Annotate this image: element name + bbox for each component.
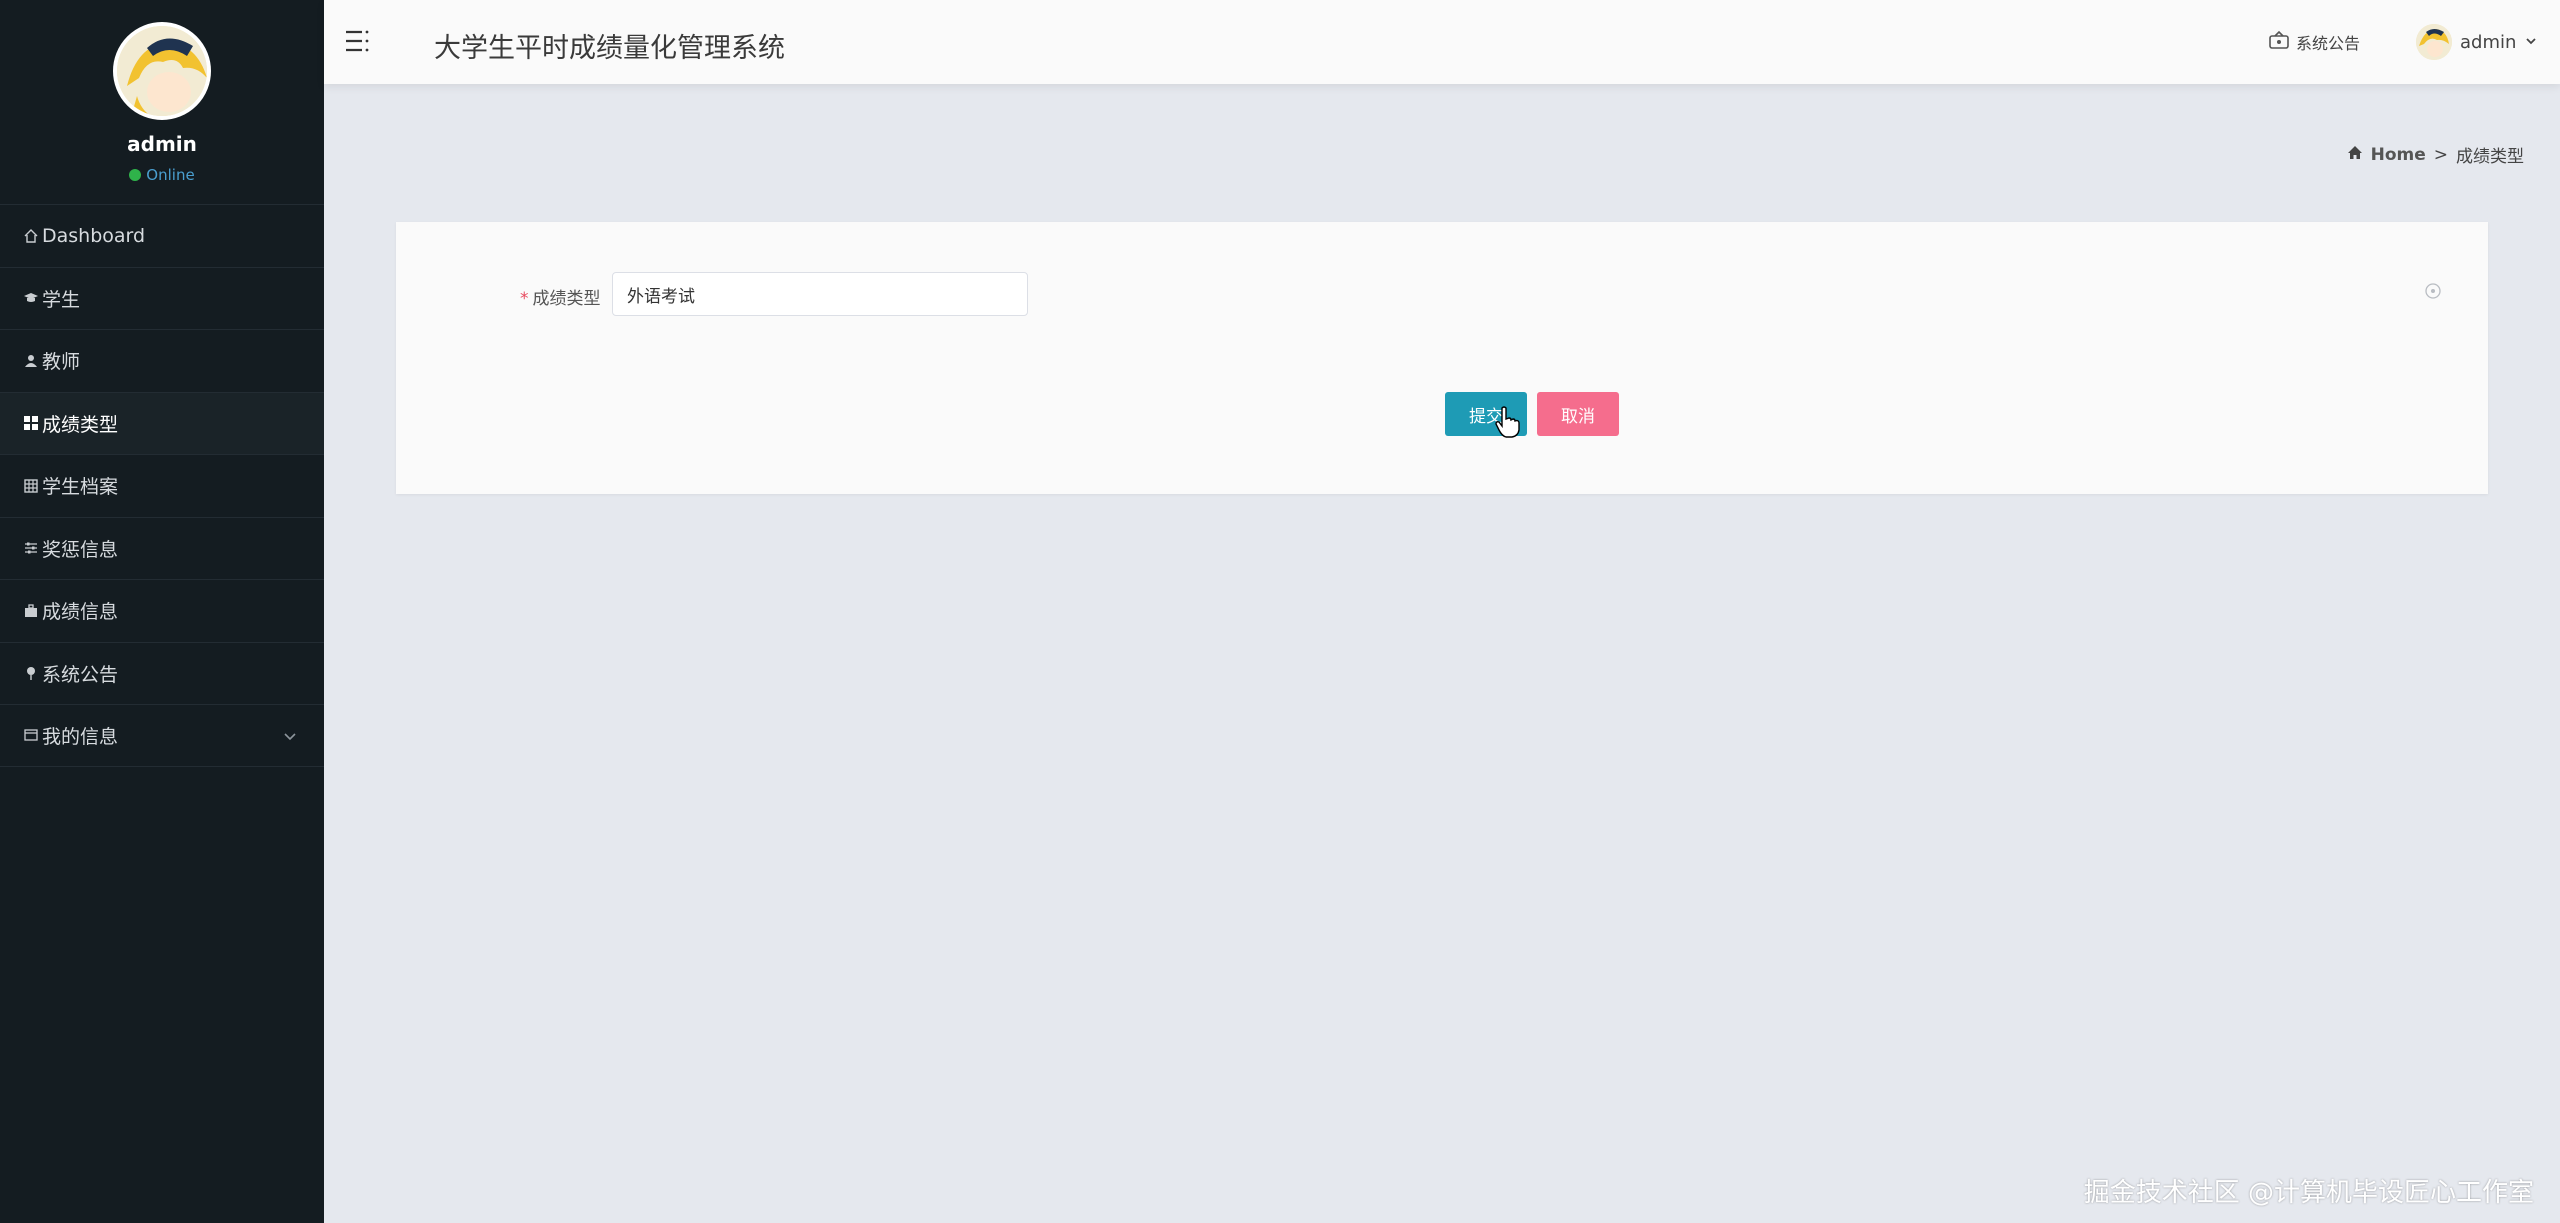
sidebar-item-label: 成绩类型 xyxy=(42,413,119,436)
watermark: 掘金技术社区 @计算机毕设匠心工作室 xyxy=(2083,1178,2534,1208)
window-icon xyxy=(22,726,40,744)
sidebar-item-rewards[interactable]: 奖惩信息 xyxy=(0,516,324,580)
sidebar-item-label: 我的信息 xyxy=(42,725,119,748)
breadcrumb: Home > 成绩类型 xyxy=(2347,142,2524,167)
user-menu[interactable]: admin xyxy=(2416,24,2538,60)
table-icon xyxy=(22,477,40,495)
online-status-label: Online xyxy=(146,166,195,184)
menu-toggle-icon[interactable] xyxy=(344,28,370,58)
announcement-label: 系统公告 xyxy=(2296,34,2361,53)
top-navbar: 大学生平时成绩量化管理系统 系统公告 admin xyxy=(324,0,2560,84)
score-type-label: * 成绩类型 xyxy=(520,284,601,309)
sidebar-item-label: 成绩信息 xyxy=(42,601,119,624)
breadcrumb-home-link[interactable]: Home xyxy=(2371,145,2426,165)
sidebar-item-label: 系统公告 xyxy=(42,663,119,686)
home-icon xyxy=(22,227,40,245)
score-type-label-text: 成绩类型 xyxy=(532,289,601,309)
status-dot-icon xyxy=(129,169,142,181)
sidebar-item-dashboard[interactable]: Dashboard xyxy=(0,204,324,267)
sidebar-item-label: 教师 xyxy=(42,351,81,374)
breadcrumb-separator: > xyxy=(2433,144,2448,165)
avatar[interactable] xyxy=(113,22,211,120)
briefcase-icon xyxy=(22,602,40,620)
required-mark: * xyxy=(520,289,529,309)
grid-icon xyxy=(22,414,40,432)
app-title: 大学生平时成绩量化管理系统 xyxy=(434,33,785,64)
sidebar-item-label: Dashboard xyxy=(42,224,146,247)
form-card: *成绩类型 提交 取消 xyxy=(396,222,2488,494)
profile-panel: admin Online xyxy=(0,0,324,204)
sidebar-item-label: 学生档案 xyxy=(42,476,119,499)
user-icon xyxy=(22,352,40,370)
user-menu-label: admin xyxy=(2460,31,2517,53)
cancel-button[interactable]: 取消 xyxy=(1537,392,1619,436)
user-avatar xyxy=(2416,24,2452,60)
announcement-link[interactable]: 系统公告 xyxy=(2268,30,2360,54)
sidebar-item-label: 学生 xyxy=(42,288,81,311)
sidebar: admin Online Dashboard 学生 教师 成绩类型 学生档案 奖… xyxy=(0,0,324,1223)
pin-icon xyxy=(22,664,40,682)
profile-username: admin xyxy=(127,132,197,156)
sidebar-item-announcements[interactable]: 系统公告 xyxy=(0,641,324,705)
chevron-down-icon[interactable] xyxy=(282,727,298,749)
notice-icon xyxy=(2268,30,2290,54)
breadcrumb-current: 成绩类型 xyxy=(2456,147,2524,167)
sidebar-item-teachers[interactable]: 教师 xyxy=(0,329,324,392)
sidebar-item-label: 奖惩信息 xyxy=(42,538,119,561)
home-icon xyxy=(2347,145,2363,165)
chevron-down-icon xyxy=(2524,32,2538,53)
clear-circle-icon[interactable] xyxy=(2424,282,2442,304)
sidebar-item-students[interactable]: 学生 xyxy=(0,266,324,330)
score-type-input[interactable] xyxy=(612,272,1028,316)
graduation-icon xyxy=(22,289,40,307)
sidebar-item-student-records[interactable]: 学生档案 xyxy=(0,454,324,517)
online-status: Online xyxy=(0,166,324,184)
hand-cursor-icon xyxy=(1494,406,1520,442)
sidebar-menu: Dashboard 学生 教师 成绩类型 学生档案 奖惩信息 成绩信息 系统公告… xyxy=(0,204,324,767)
sidebar-item-score-types[interactable]: 成绩类型 xyxy=(0,391,324,454)
sidebar-item-my-info[interactable]: 我的信息 xyxy=(0,704,324,767)
sidebar-item-scores[interactable]: 成绩信息 xyxy=(0,579,324,642)
sliders-icon xyxy=(22,539,40,557)
